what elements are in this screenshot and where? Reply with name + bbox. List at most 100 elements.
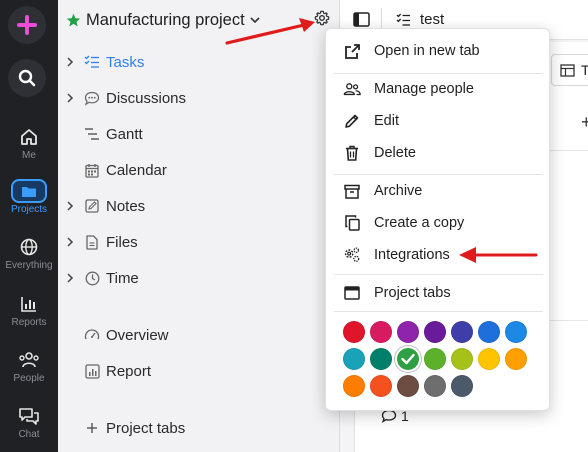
- color-swatch[interactable]: [343, 348, 365, 370]
- color-swatch[interactable]: [424, 348, 446, 370]
- file-icon: [86, 234, 98, 250]
- rail-label: People: [13, 373, 45, 384]
- color-swatch[interactable]: [370, 375, 392, 397]
- table-view-button[interactable]: T: [551, 54, 588, 86]
- sidebar-item-label: Files: [106, 233, 138, 251]
- current-tab[interactable]: test: [396, 11, 444, 28]
- color-swatch[interactable]: [451, 375, 473, 397]
- tab-title: test: [420, 11, 445, 28]
- sidebar-item-time[interactable]: Time: [58, 264, 139, 292]
- menu-item-label: Integrations: [374, 247, 450, 263]
- sidebar-item-notes[interactable]: Notes: [58, 192, 145, 220]
- tabs-icon: [344, 286, 360, 300]
- clock-icon: [85, 271, 99, 285]
- color-swatch[interactable]: [451, 348, 473, 370]
- people-icon: [19, 352, 39, 368]
- menu-item-edit[interactable]: Edit: [326, 106, 551, 136]
- color-swatch[interactable]: [424, 321, 446, 343]
- star-icon: [66, 13, 81, 26]
- rail-label: Me: [22, 150, 36, 161]
- sidebar-item-overview[interactable]: Overview: [58, 321, 169, 349]
- project-title: Manufacturing project: [86, 10, 245, 29]
- add-tabs-label: Project tabs: [106, 419, 186, 437]
- color-swatch[interactable]: [343, 321, 365, 343]
- folder-icon: [22, 186, 36, 197]
- color-swatch[interactable]: [424, 375, 446, 397]
- color-swatch[interactable]: [451, 321, 473, 343]
- menu-item-delete[interactable]: Delete: [326, 138, 551, 168]
- sidebar-item-tasks[interactable]: Tasks: [58, 48, 144, 76]
- copy-icon: [344, 215, 360, 231]
- plus-icon: [87, 423, 97, 433]
- archive-icon: [344, 184, 360, 199]
- menu-separator: [334, 274, 543, 275]
- menu-item-label: Archive: [374, 183, 423, 199]
- sidebar-item-label: Report: [106, 362, 152, 380]
- project-sidebar: Manufacturing project Tasks Discussions …: [58, 0, 340, 452]
- open-external-icon: [344, 43, 360, 59]
- sidebar-item-report[interactable]: Report: [58, 357, 151, 385]
- color-swatch[interactable]: [478, 321, 500, 343]
- rail-item-everything[interactable]: Everything: [0, 234, 58, 271]
- rail-item-people[interactable]: People: [0, 347, 58, 384]
- create-button[interactable]: [8, 6, 46, 44]
- color-swatch[interactable]: [397, 321, 419, 343]
- menu-item-label: Project tabs: [374, 285, 451, 301]
- menu-item-label: Open in new tab: [374, 43, 480, 59]
- sidebar-item-label: Notes: [106, 197, 146, 215]
- rail-label: Reports: [11, 317, 47, 328]
- menu-item-open-new-tab[interactable]: Open in new tab: [326, 36, 551, 66]
- chevron-right-icon: [66, 201, 73, 211]
- task-list-icon: [396, 13, 410, 26]
- rail-item-chat[interactable]: Chat: [0, 403, 58, 440]
- menu-item-label: Create a copy: [374, 215, 465, 231]
- sidebar-item-label: Gantt: [106, 125, 143, 143]
- bar-chart-icon: [21, 297, 36, 312]
- people-icon: [343, 82, 361, 95]
- globe-icon: [20, 238, 38, 256]
- menu-item-manage-people[interactable]: Manage people: [326, 74, 551, 104]
- sidebar-item-label: Overview: [106, 326, 169, 344]
- color-swatch[interactable]: [397, 348, 419, 370]
- rail-item-projects[interactable]: Projects: [0, 178, 58, 215]
- color-swatch[interactable]: [478, 348, 500, 370]
- chevron-right-icon: [66, 273, 73, 283]
- add-project-tabs-button[interactable]: Project tabs: [58, 414, 185, 442]
- add-button[interactable]: +: [581, 112, 588, 133]
- color-swatch[interactable]: [397, 375, 419, 397]
- color-swatch[interactable]: [505, 321, 527, 343]
- search-icon: [18, 69, 36, 87]
- color-swatch[interactable]: [343, 375, 365, 397]
- menu-item-label: Manage people: [374, 81, 474, 97]
- rail-item-reports[interactable]: Reports: [0, 291, 58, 328]
- sidebar-item-calendar[interactable]: Calendar: [58, 156, 167, 184]
- menu-item-project-tabs[interactable]: Project tabs: [326, 278, 551, 308]
- menu-item-label: Delete: [374, 145, 416, 161]
- rail-label: Everything: [5, 260, 53, 271]
- search-button[interactable]: [8, 59, 46, 97]
- menu-item-create-copy[interactable]: Create a copy: [326, 208, 551, 238]
- chevron-right-icon: [66, 237, 73, 247]
- sidebar-item-files[interactable]: Files: [58, 228, 138, 256]
- sidebar-item-gantt[interactable]: Gantt: [58, 120, 143, 148]
- color-swatch[interactable]: [370, 321, 392, 343]
- home-icon: [21, 129, 37, 145]
- app-rail: Me Projects Everything Reports People Ch…: [0, 0, 58, 452]
- menu-item-label: Edit: [374, 113, 399, 129]
- sidebar-item-label: Calendar: [106, 161, 167, 179]
- comment-icon: [381, 409, 397, 423]
- sidebar-item-discussions[interactable]: Discussions: [58, 84, 186, 112]
- color-swatch[interactable]: [505, 348, 527, 370]
- color-swatch[interactable]: [370, 348, 392, 370]
- project-context-menu: Open in new tab Manage people Edit Delet…: [325, 28, 550, 411]
- menu-item-archive[interactable]: Archive: [326, 176, 551, 206]
- speech-bubble-icon: [84, 91, 100, 106]
- rail-item-me[interactable]: Me: [0, 124, 58, 161]
- add-symbol: +: [581, 112, 588, 132]
- chevron-right-icon: [66, 57, 73, 67]
- rail-label: Projects: [10, 204, 48, 215]
- menu-separator: [334, 311, 543, 312]
- sidebar-toggle-icon: [353, 12, 370, 27]
- note-icon: [85, 199, 99, 213]
- trash-icon: [346, 145, 358, 161]
